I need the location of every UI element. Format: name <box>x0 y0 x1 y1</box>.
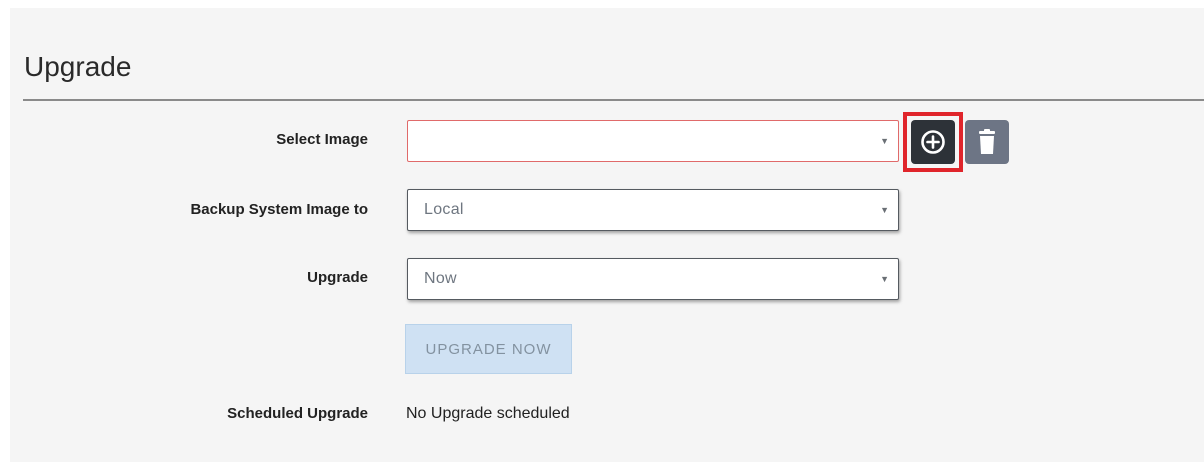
upgrade-label: Upgrade <box>307 269 368 286</box>
backup-system-image-label: Backup System Image to <box>190 201 368 218</box>
delete-image-button[interactable] <box>965 120 1009 164</box>
upgrade-timing-value: Now <box>424 270 457 287</box>
backup-system-image-dropdown[interactable]: Local ▼ <box>407 189 899 231</box>
upgrade-panel: Upgrade Select Image ▼ Backup System Ima… <box>10 8 1204 462</box>
add-image-button[interactable] <box>911 120 955 164</box>
caret-down-icon: ▼ <box>880 274 889 284</box>
select-image-label: Select Image <box>276 131 368 148</box>
select-image-dropdown[interactable]: ▼ <box>407 120 899 162</box>
backup-system-image-value: Local <box>424 201 464 218</box>
title-divider <box>23 99 1204 101</box>
scheduled-upgrade-label: Scheduled Upgrade <box>227 405 368 422</box>
caret-down-icon: ▼ <box>880 205 889 215</box>
page-title: Upgrade <box>24 51 132 82</box>
upgrade-now-button[interactable]: UPGRADE NOW <box>405 324 572 374</box>
upgrade-timing-dropdown[interactable]: Now ▼ <box>407 258 899 300</box>
trash-icon <box>979 129 995 154</box>
scheduled-upgrade-value: No Upgrade scheduled <box>406 405 570 422</box>
caret-down-icon: ▼ <box>880 136 889 146</box>
plus-circle-icon <box>921 130 945 154</box>
